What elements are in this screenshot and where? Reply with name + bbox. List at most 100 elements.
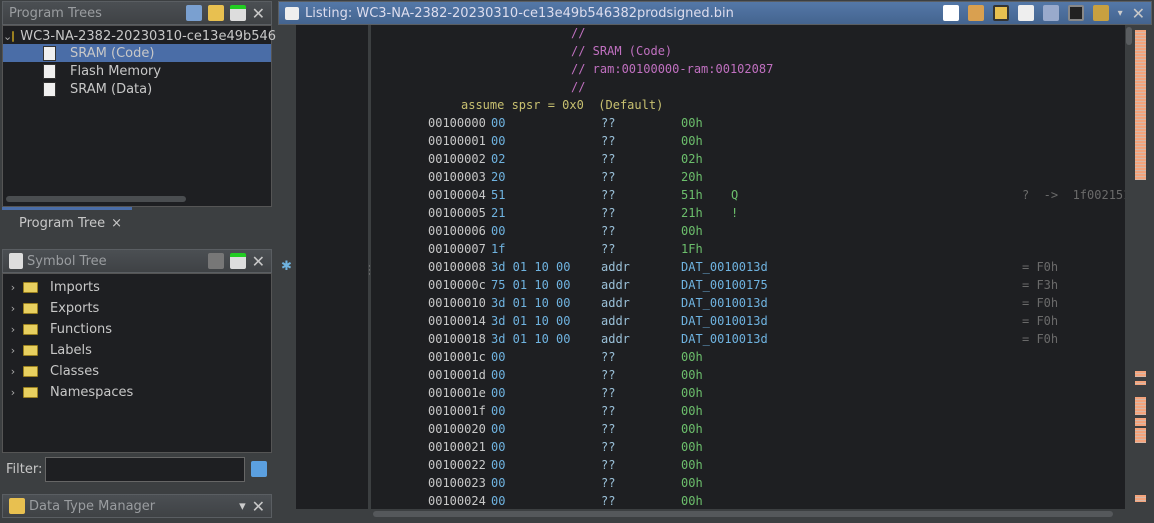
tree-item[interactable]: Flash Memory (3, 62, 271, 80)
close-icon[interactable]: ✕ (252, 252, 265, 271)
overview-bar[interactable] (1133, 25, 1150, 509)
data-type-manager-header: Data Type Manager ▾ ✕ (2, 494, 272, 518)
eol-comment: = F0h (1022, 314, 1059, 328)
operand: 00h (681, 368, 703, 382)
vertical-scrollbar[interactable] (1125, 25, 1133, 509)
chevron-right-icon[interactable]: › (3, 365, 23, 378)
bytes: 3d 01 10 00 (491, 332, 571, 346)
overview-marker[interactable] (1135, 371, 1146, 377)
folder-namespace-icon (23, 387, 38, 398)
symbol-tree-item[interactable]: › Labels (3, 340, 271, 361)
navigate-icon[interactable] (229, 5, 246, 21)
horizontal-scrollbar[interactable] (6, 196, 186, 202)
filter-options-icon[interactable] (251, 461, 267, 477)
bytes: 51 (491, 188, 506, 202)
chevron-down-icon[interactable]: ⌄ (3, 30, 12, 43)
char-value: Q (731, 188, 739, 202)
fragment-icon (43, 63, 56, 79)
bytes: 20 (491, 170, 506, 184)
bytes: 00 (491, 494, 506, 508)
tab-close-icon[interactable]: × (111, 216, 122, 231)
mnemonic: ?? (601, 134, 616, 148)
address: 00100020 (428, 422, 486, 436)
margin-options-icon[interactable] (1092, 5, 1109, 21)
program-trees-title: Program Trees (9, 5, 102, 21)
bytes: 1f (491, 242, 506, 256)
mnemonic: ?? (601, 350, 616, 364)
mnemonic: ?? (601, 476, 616, 490)
overview-marker[interactable] (1135, 495, 1146, 502)
symbol-tree-header: Symbol Tree ✕ (2, 249, 272, 273)
navigate-icon[interactable] (229, 253, 246, 269)
symbol-tree-item[interactable]: › Exports (3, 298, 271, 319)
chevron-right-icon[interactable]: › (3, 323, 23, 336)
tree-item-label: Flash Memory (70, 63, 162, 79)
chevron-right-icon[interactable]: › (3, 302, 23, 315)
address: 00100007 (428, 242, 486, 256)
filter-label: Filter: (6, 462, 43, 477)
tree-root[interactable]: ⌄ WC3-NA-2382-20230310-ce13e49b546 (3, 26, 276, 44)
address: 0010001d (428, 368, 486, 382)
eol-comment: ? -> 1f002151 (1022, 188, 1125, 202)
address: 00100014 (428, 314, 486, 328)
copy-icon[interactable] (942, 5, 959, 21)
field-header-icon[interactable] (1017, 5, 1034, 21)
gear-icon[interactable]: ✱ (281, 259, 292, 274)
listing-view[interactable]: // // SRAM (Code) // ram:00100000-ram:0010… (371, 25, 1125, 509)
address: 00100001 (428, 134, 486, 148)
tree-item[interactable]: SRAM (Code) (3, 44, 271, 62)
horizontal-scrollbar[interactable] (371, 509, 1125, 519)
symbol-tree-item[interactable]: › Functions (3, 319, 271, 340)
mnemonic: ?? (601, 458, 616, 472)
listing-title: Listing: WC3-NA-2382-20230310-ce13e49b54… (305, 5, 734, 21)
close-icon[interactable]: ✕ (252, 4, 265, 23)
tree-item[interactable]: SRAM (Data) (3, 80, 271, 98)
eol-comment: = F3h (1022, 278, 1059, 292)
overview-marker[interactable] (1135, 30, 1146, 180)
diff-icon[interactable] (1042, 5, 1059, 21)
overview-marker[interactable] (1135, 418, 1146, 426)
open-folder-icon[interactable] (207, 5, 224, 21)
close-icon[interactable]: ✕ (252, 497, 265, 516)
close-icon[interactable]: ✕ (1132, 4, 1145, 23)
dropdown-icon[interactable]: ▾ (239, 499, 246, 514)
address: 00100022 (428, 458, 486, 472)
chevron-right-icon[interactable]: › (3, 281, 23, 294)
cursor-select-icon[interactable] (992, 5, 1009, 21)
overview-marker[interactable] (1135, 381, 1146, 385)
chevron-right-icon[interactable]: › (3, 386, 23, 399)
symbol-tree-view: › Imports › Exports › Functions › Labels › Classe… (2, 273, 272, 453)
program-tree-view: ⌄ WC3-NA-2382-20230310-ce13e49b546 SRAM … (2, 25, 276, 207)
operand: 00h (681, 386, 703, 400)
symbol-tree-item[interactable]: › Imports (3, 277, 271, 298)
tab-label: Program Tree (19, 216, 106, 231)
create-namespace-icon[interactable] (207, 253, 224, 269)
bytes: 00 (491, 404, 506, 418)
snapshot-camera-icon[interactable] (1067, 5, 1084, 21)
scrollbar-thumb[interactable] (1126, 27, 1132, 45)
paste-icon[interactable] (967, 5, 984, 21)
address: 00100018 (428, 332, 486, 346)
address: 00100021 (428, 440, 486, 454)
dropdown-icon[interactable]: ▾ (1118, 8, 1123, 19)
char-value: ! (731, 206, 739, 220)
mnemonic: ?? (601, 224, 616, 238)
scrollbar-thumb[interactable] (373, 511, 1113, 517)
overview-marker[interactable] (1135, 397, 1146, 415)
overview-marker[interactable] (1135, 428, 1146, 443)
symbol-tree-item[interactable]: › Classes (3, 361, 271, 382)
operand: DAT_0010013d (681, 260, 768, 274)
tab-program-tree[interactable]: Program Tree × (19, 216, 122, 231)
fragment-icon (43, 45, 56, 61)
tree-item-label: SRAM (Data) (70, 81, 153, 97)
address: 00100023 (428, 476, 486, 490)
operand: 21h (681, 206, 703, 220)
plate-comment: // (571, 80, 586, 94)
chevron-right-icon[interactable]: › (3, 344, 23, 357)
new-view-icon[interactable] (185, 5, 202, 21)
filter-input[interactable] (45, 457, 245, 482)
symbol-tree-item[interactable]: › Namespaces (3, 382, 271, 403)
operand: 00h (681, 494, 703, 508)
mnemonic: ?? (601, 242, 616, 256)
operand: 00h (681, 458, 703, 472)
